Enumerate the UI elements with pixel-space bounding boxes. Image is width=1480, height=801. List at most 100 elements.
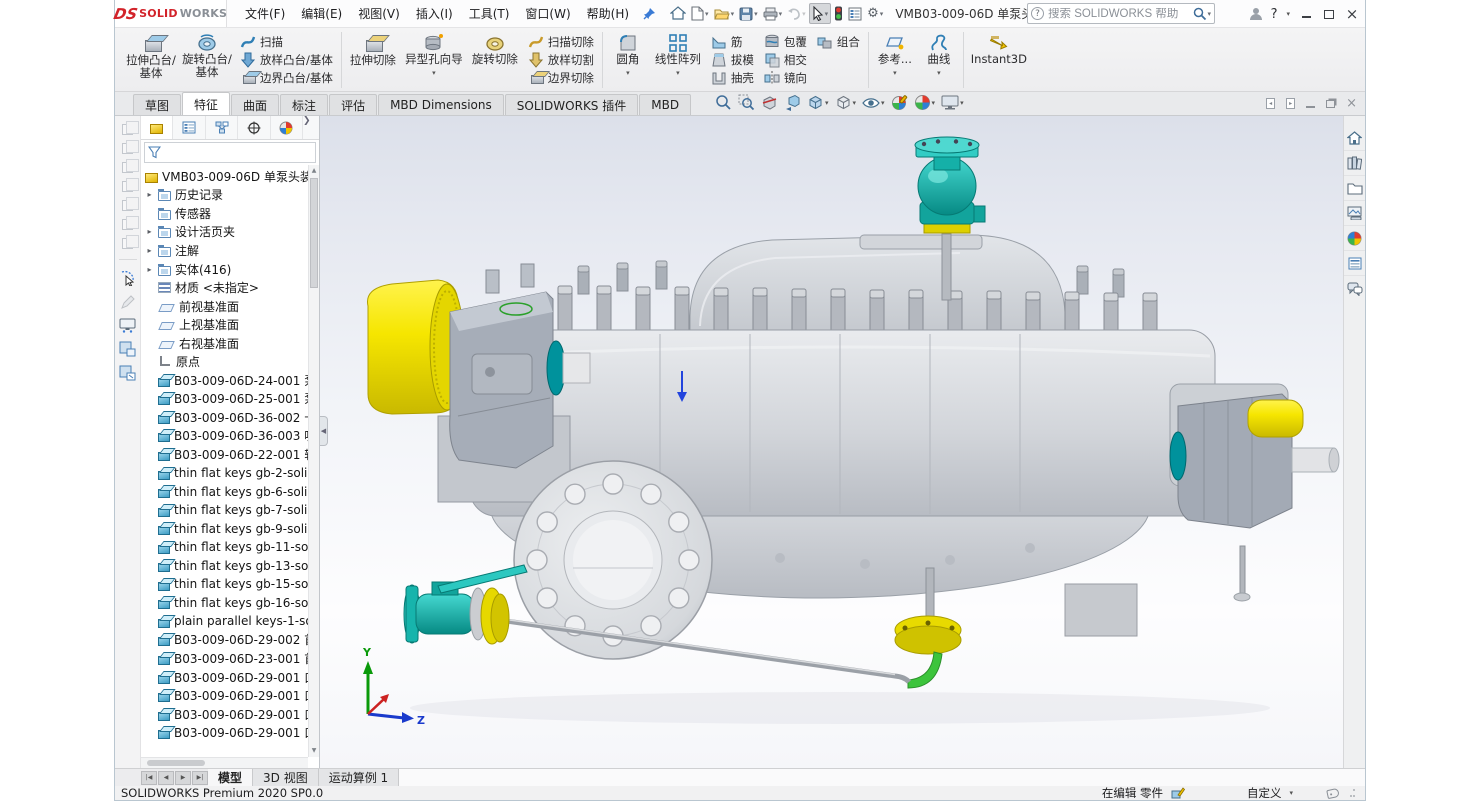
- menu-help[interactable]: 帮助(H): [579, 1, 637, 26]
- shell-button[interactable]: 抽壳: [708, 69, 757, 86]
- menu-insert[interactable]: 插入(I): [408, 1, 461, 26]
- last-tab-button[interactable]: ▶|: [192, 771, 208, 785]
- sweep-cut-button[interactable]: 扫描切除: [525, 33, 597, 50]
- hole-wizard-button[interactable]: 异型孔向导 ▾: [401, 29, 467, 91]
- tree-item-part[interactable]: B03-009-06D-25-001 泵: [143, 390, 319, 409]
- pump-assembly-model[interactable]: Y Z: [320, 116, 1343, 768]
- scrollbar-thumb[interactable]: [147, 760, 205, 766]
- tree-item-part[interactable]: thin flat keys gb-13-sol: [143, 556, 319, 575]
- mechanical-seal-teal[interactable]: [1170, 432, 1186, 480]
- loft-button[interactable]: 放样凸台/基体: [237, 51, 336, 68]
- tag-icon[interactable]: [1326, 787, 1340, 798]
- tab-surfaces[interactable]: 曲面: [231, 94, 279, 115]
- mirror-button[interactable]: 镜向: [761, 69, 810, 86]
- expand-arrow-icon[interactable]: ▸: [145, 227, 154, 236]
- dimxpert-tab[interactable]: [238, 116, 270, 139]
- tree-item-annotations[interactable]: ▸注解: [143, 241, 319, 260]
- tree-root[interactable]: VMB03-009-06D 单泵头装配: [143, 167, 319, 186]
- curves-button[interactable]: 曲线 ▾: [918, 29, 960, 91]
- rib-button[interactable]: 筋: [708, 33, 757, 50]
- search-input[interactable]: [1048, 8, 1193, 20]
- tree-item-solid-bodies[interactable]: ▸实体(416): [143, 260, 319, 279]
- tree-item-part[interactable]: thin flat keys gb-16-sol: [143, 594, 319, 613]
- rebuild-button[interactable]: [832, 4, 845, 23]
- help-search-box[interactable]: ? ▾: [1027, 3, 1215, 24]
- file-explorer-tab[interactable]: [1344, 176, 1365, 201]
- tree-item-part[interactable]: thin flat keys gb-7-solid: [143, 501, 319, 520]
- next-tab-button[interactable]: ▶: [175, 771, 191, 785]
- expand-arrow-icon[interactable]: ▸: [145, 265, 154, 274]
- view-orientation-button[interactable]: ▾: [807, 94, 829, 111]
- reference-geometry-button[interactable]: 参考... ▾: [872, 29, 918, 91]
- revolve-cut-button[interactable]: 旋转切除: [467, 29, 523, 91]
- new-document-button[interactable]: ▾: [689, 4, 711, 23]
- tab-mbd[interactable]: MBD: [639, 94, 691, 115]
- pin-menu-icon[interactable]: [641, 5, 658, 22]
- expand-arrow-icon[interactable]: ▸: [145, 246, 154, 255]
- expand-arrow-icon[interactable]: ▸: [145, 190, 154, 199]
- tree-item-part[interactable]: B03-009-06D-29-001 口: [143, 723, 319, 742]
- document-close-button[interactable]: ×: [1346, 96, 1357, 111]
- tree-item-part[interactable]: thin flat keys gb-2-solid: [143, 464, 319, 483]
- edit-appearance-button[interactable]: [891, 94, 908, 111]
- tab-evaluate[interactable]: 评估: [329, 94, 377, 115]
- home-button[interactable]: [668, 4, 688, 23]
- zoom-to-fit-button[interactable]: [715, 94, 732, 111]
- print-button[interactable]: ▾: [761, 5, 785, 23]
- home-tab[interactable]: [1344, 126, 1365, 151]
- tree-item-part[interactable]: plain parallel keys-1-so: [143, 612, 319, 631]
- featuremanager-tab[interactable]: [141, 116, 173, 139]
- extrude-cut-button[interactable]: 拉伸切除: [345, 29, 401, 91]
- previous-document-button[interactable]: ◂: [1266, 98, 1275, 109]
- tree-item-part[interactable]: thin flat keys gb-6-solid: [143, 482, 319, 501]
- combine-button[interactable]: 组合: [814, 33, 863, 50]
- sweep-button[interactable]: 扫描: [237, 33, 336, 50]
- motion-study-tab[interactable]: 运动算例 1: [319, 769, 399, 786]
- login-user-icon[interactable]: [1250, 8, 1262, 20]
- first-tab-button[interactable]: |◀: [141, 771, 157, 785]
- draft-button[interactable]: 拔模: [708, 51, 757, 68]
- custom-properties-tab[interactable]: [1344, 251, 1365, 276]
- next-document-button[interactable]: ▸: [1286, 98, 1295, 109]
- tree-item-part[interactable]: B03-009-06D-29-001 口: [143, 705, 319, 724]
- custom-dropdown-arrow[interactable]: ▾: [1289, 789, 1293, 797]
- window-pane2-icon[interactable]: [119, 365, 136, 381]
- tree-item-part[interactable]: thin flat keys gb-11-sol: [143, 538, 319, 557]
- select-contour-icon[interactable]: [120, 270, 136, 286]
- suction-flange[interactable]: [514, 461, 712, 659]
- tree-item-part[interactable]: B03-009-06D-23-001 首: [143, 649, 319, 668]
- display-monitor-icon[interactable]: [119, 318, 136, 333]
- boundary-button[interactable]: 边界凸台/基体: [237, 69, 336, 86]
- design-library-tab[interactable]: [1344, 151, 1365, 176]
- save-button[interactable]: ▾: [737, 5, 760, 23]
- tree-item-part[interactable]: thin flat keys gb-15-sol: [143, 575, 319, 594]
- tree-filter-input[interactable]: [165, 147, 312, 159]
- tree-horizontal-scrollbar[interactable]: [141, 757, 308, 768]
- tree-vertical-scrollbar[interactable]: ▲ ▼: [308, 165, 319, 757]
- tree-item-part[interactable]: B03-009-06D-29-002 首: [143, 631, 319, 650]
- right-bearing-assembly[interactable]: [1170, 394, 1339, 528]
- document-minimize-button[interactable]: [1306, 100, 1315, 108]
- mechanical-seal-teal[interactable]: [547, 341, 565, 395]
- tree-item-part[interactable]: B03-009-06D-22-001 轴: [143, 445, 319, 464]
- propertymanager-tab[interactable]: [173, 116, 205, 139]
- tree-item-part[interactable]: thin flat keys gb-9-solid: [143, 519, 319, 538]
- intersect-button[interactable]: 相交: [761, 51, 810, 68]
- search-scope-dropdown[interactable]: ▾: [1207, 10, 1211, 18]
- loft-cut-button[interactable]: 放样切割: [525, 51, 597, 68]
- search-icon[interactable]: [1193, 7, 1207, 21]
- tree-item-design-binder[interactable]: ▸设计活页夹: [143, 223, 319, 242]
- evaluate-options-button[interactable]: [846, 5, 864, 23]
- close-button[interactable]: ×: [1345, 7, 1359, 21]
- edit-sketch-icon[interactable]: [120, 294, 136, 310]
- 3d-views-tab[interactable]: 3D 视图: [253, 769, 319, 786]
- status-custom-label[interactable]: 自定义: [1247, 785, 1282, 801]
- displaymanager-tab[interactable]: [271, 116, 303, 139]
- window-pane-icon[interactable]: [119, 341, 136, 357]
- document-restore-button[interactable]: [1326, 100, 1335, 108]
- tree-item-top-plane[interactable]: 上视基准面: [143, 315, 319, 334]
- view-settings-button[interactable]: ▾: [941, 95, 964, 110]
- boundary-cut-button[interactable]: 边界切除: [525, 69, 597, 86]
- right-yellow-cap[interactable]: [1248, 400, 1303, 437]
- menu-edit[interactable]: 编辑(E): [293, 1, 350, 26]
